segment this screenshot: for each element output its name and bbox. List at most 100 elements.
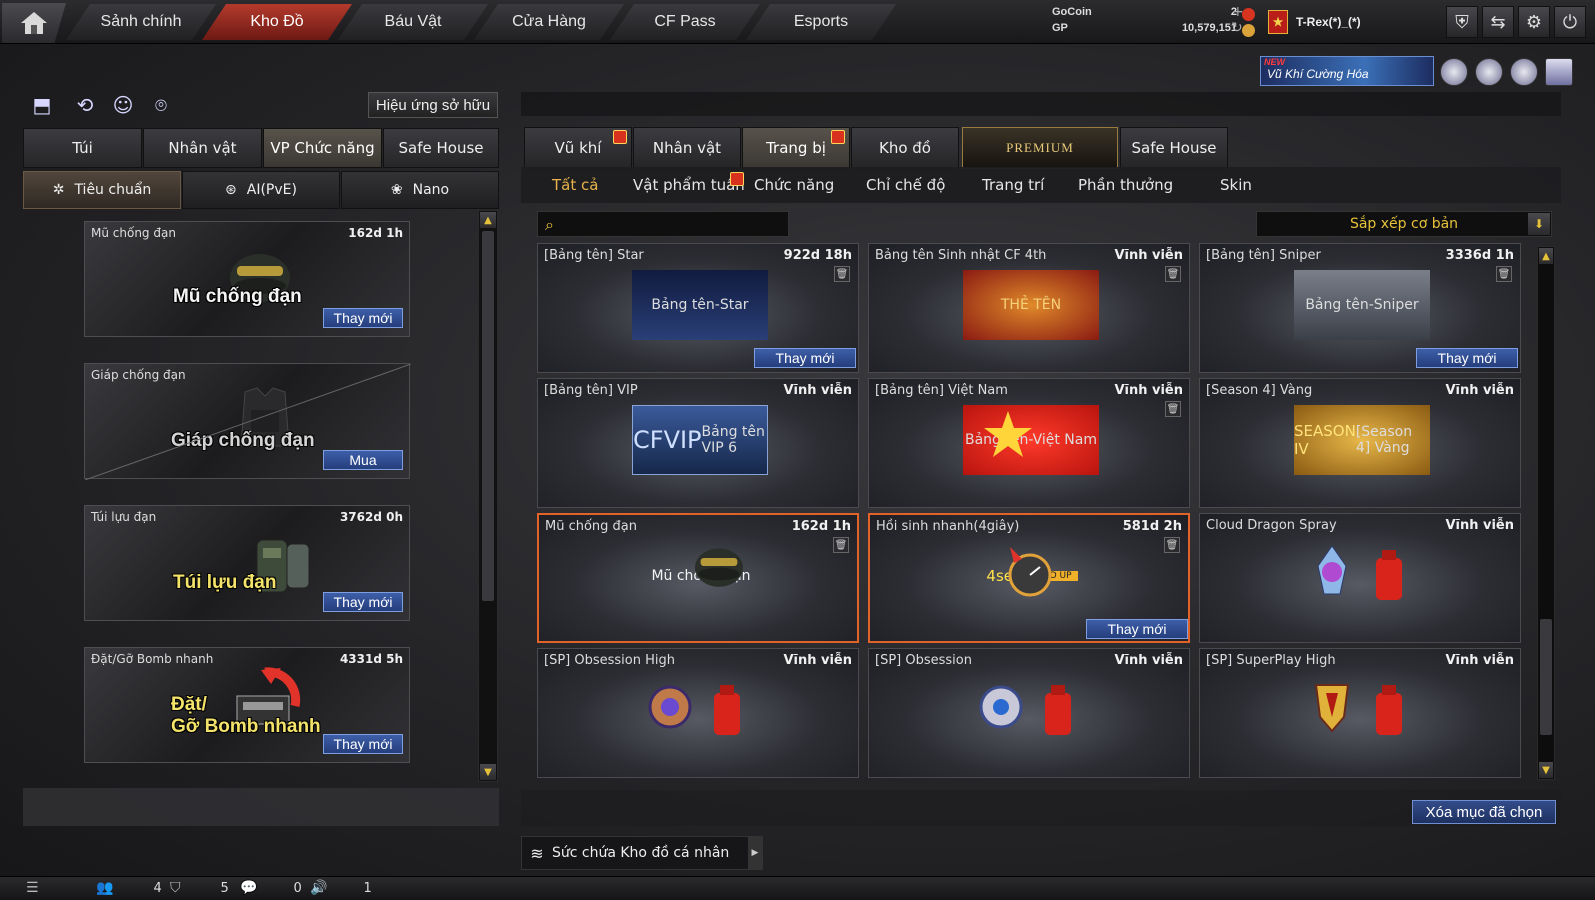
nav-tab-shop[interactable]: Cửa Hàng [474, 4, 624, 40]
buy-button[interactable]: Mua [323, 450, 403, 470]
vietnam-nametag-art: Bảng tên-Việt Nam [963, 405, 1099, 475]
left-tab-vp-function[interactable]: VP Chức năng [263, 128, 382, 168]
list-item[interactable]: Túi lựu đạn 3762d 0h Túi lựu đạn Thay mớ… [84, 505, 410, 621]
add-coin-icon[interactable]: + [1232, 4, 1244, 20]
chevron-down-icon[interactable]: ⬇ [1528, 213, 1550, 235]
scroll-down-icon[interactable]: ▼ [1539, 762, 1553, 778]
left-subtab-standard[interactable]: ✲ Tiêu chuẩn [23, 171, 181, 209]
trash-icon[interactable]: 🗑 [833, 537, 849, 553]
grid-item[interactable]: [Bảng tên] Việt Nam Vĩnh viễn 🗑 Bảng tên… [868, 378, 1190, 508]
grid-item-selected[interactable]: Hồi sinh nhanh(4giây) 581d 2h 🗑 4sec SPE… [868, 513, 1190, 643]
trash-icon[interactable]: 🗑 [1165, 401, 1181, 417]
left-scrollbar[interactable]: ▲ ▼ [478, 210, 498, 782]
power-icon[interactable]: ⏻ [1554, 6, 1586, 38]
right-tab-storage[interactable]: Kho đồ [851, 127, 959, 169]
renew-button[interactable]: Thay mới [323, 592, 403, 612]
nav-tab-lobby[interactable]: Sảnh chính [66, 4, 216, 40]
spray-art [1294, 540, 1430, 610]
renew-button[interactable]: Thay mới [754, 348, 856, 368]
search-input[interactable] [568, 215, 783, 235]
scroll-thumb[interactable] [1540, 619, 1552, 735]
nav-tab-treasure[interactable]: Báu Vật [338, 4, 488, 40]
grid-item[interactable]: [SP] SuperPlay High Vĩnh viễn [1199, 648, 1521, 778]
history-icon[interactable]: ⟲ [72, 92, 98, 118]
exit-room-icon[interactable]: ⇆ [1482, 6, 1514, 38]
subtab-decoration[interactable]: Trang trí [982, 176, 1044, 194]
subtab-mode-only[interactable]: Chỉ chế độ [866, 176, 945, 194]
grid-item[interactable]: [Season 4] Vàng Vĩnh viễn SEASON IV [Sea… [1199, 378, 1521, 508]
globe-icon[interactable] [1475, 58, 1503, 86]
scroll-down-icon[interactable]: ▼ [480, 764, 496, 780]
scroll-up-icon[interactable]: ▲ [480, 212, 496, 228]
refresh-icon[interactable]: ↻ [1231, 20, 1243, 36]
subtab-skin[interactable]: Skin [1220, 176, 1252, 194]
right-tab-equipment[interactable]: Trang bị [742, 127, 850, 169]
left-subtab-standard-label: Tiêu chuẩn [74, 182, 152, 198]
right-tab-safe-house[interactable]: Safe House [1120, 127, 1228, 169]
right-tab-weapon[interactable]: Vũ khí [524, 127, 632, 169]
owned-effect-button[interactable]: Hiệu ứng sở hữu [368, 92, 498, 118]
storage-capacity-bar[interactable]: ≋ Sức chứa Kho đồ cá nhân ▶ [521, 836, 763, 870]
left-tab-safe-house[interactable]: Safe House [383, 128, 499, 168]
left-tab-bag[interactable]: Túi [23, 128, 142, 168]
grid-item[interactable]: [Bảng tên] Sniper 3336d 1h 🗑 Bảng tên-Sn… [1199, 243, 1521, 373]
trash-icon[interactable]: 🗑 [1165, 266, 1181, 282]
trash-icon[interactable]: 🗑 [1496, 266, 1512, 282]
list-item[interactable]: Đặt/Gỡ Bomb nhanh 4331d 5h Đặt/ Gỡ Bomb … [84, 647, 410, 763]
promo-banner[interactable]: NEW Vũ Khí Cường Hóa [1260, 56, 1434, 86]
grid-item-selected[interactable]: Mũ chống đạn 162d 1h 🗑 Mũ chống đạn [537, 513, 859, 643]
subtab-function[interactable]: Chức năng [754, 176, 834, 194]
character-icon[interactable]: ☺ [110, 92, 136, 118]
shield-icon[interactable]: ⛨ [1446, 6, 1478, 38]
search-box[interactable]: ⌕ [537, 211, 789, 237]
subtab-rewards[interactable]: Phần thưởng [1078, 176, 1173, 194]
right-tab-premium[interactable]: PREMIUM [962, 127, 1118, 169]
list-item[interactable]: Mũ chống đạn 162d 1h Mũ chống đạn Thay m… [84, 221, 410, 337]
left-subtab-nano[interactable]: ❀ Nano [341, 171, 499, 209]
vip-icon[interactable] [1440, 58, 1468, 86]
clan-indicator[interactable]: ⛉ 5 [170, 880, 229, 896]
layers-icon: ≋ [530, 843, 544, 863]
grid-item[interactable]: Cloud Dragon Spray Vĩnh viễn [1199, 513, 1521, 643]
grid-item[interactable]: [Bảng tên] Star 922d 18h 🗑 Bảng tên-Star… [537, 243, 859, 373]
user-profile[interactable]: ★ T-Rex(*)_(*) [1268, 8, 1418, 36]
renew-button[interactable]: Thay mới [323, 734, 403, 754]
right-tab-character[interactable]: Nhân vật [633, 127, 741, 169]
scroll-thumb[interactable] [482, 231, 494, 601]
grid-item[interactable]: [SP] Obsession Vĩnh viễn [868, 648, 1190, 778]
scroll-up-icon[interactable]: ▲ [1539, 248, 1553, 264]
nav-tab-inventory[interactable]: Kho Đồ [202, 4, 352, 40]
list-item[interactable]: Giáp chống đạn Giáp chống đạn Mua [84, 363, 411, 480]
menu-list-icon[interactable]: ☰ [26, 880, 39, 896]
sort-dropdown[interactable]: Sắp xếp cơ bản ⬇ [1256, 211, 1552, 237]
settings-gear-icon[interactable]: ⚙ [1518, 6, 1550, 38]
right-tab-weapon-label: Vũ khí [554, 139, 602, 157]
grid-item[interactable]: [SP] Obsession High Vĩnh viễn [537, 648, 859, 778]
nav-tab-cf-pass[interactable]: CF Pass [610, 4, 760, 40]
subtab-all[interactable]: Tất cả [552, 176, 598, 194]
nav-tab-esports[interactable]: Esports [746, 4, 896, 40]
w-logo-icon[interactable] [1545, 58, 1573, 86]
chevron-right-icon[interactable]: ▶ [748, 837, 762, 869]
left-tab-character[interactable]: Nhân vật [143, 128, 262, 168]
ranking-icon[interactable]: ⬒ [29, 92, 55, 118]
mouse-icon[interactable]: ⌾ [148, 92, 174, 118]
item-art-top: SEASON IV [1294, 422, 1356, 458]
friends-indicator[interactable]: 👥 4 [96, 880, 162, 896]
renew-button[interactable]: Thay mới [1416, 348, 1518, 368]
renew-button[interactable]: Thay mới [323, 308, 403, 328]
grid-item[interactable]: [Bảng tên] VIP Vĩnh viễn CFVIP Bảng tên … [537, 378, 859, 508]
left-subtab-ai-pve[interactable]: ⊛ AI(PvE) [182, 171, 340, 209]
grid-item[interactable]: Bảng tên Sinh nhật CF 4th Vĩnh viễn 🗑 TH… [868, 243, 1190, 373]
trash-icon[interactable]: 🗑 [834, 266, 850, 282]
trash-icon[interactable]: 🗑 [1164, 537, 1180, 553]
spray-emblem-icon [1317, 545, 1402, 600]
volume-indicator[interactable]: 🔊 1 [310, 880, 372, 896]
right-scrollbar[interactable]: ▲ ▼ [1537, 246, 1555, 780]
event-icon[interactable] [1510, 58, 1538, 86]
subtab-weekly-items[interactable]: Vật phẩm tuần [633, 176, 745, 194]
chat-indicator[interactable]: 💬 0 [240, 880, 302, 896]
chat-count: 0 [293, 880, 302, 896]
renew-button[interactable]: Thay mới [1086, 619, 1188, 639]
delete-selected-button[interactable]: Xóa mục đã chọn [1412, 800, 1556, 824]
